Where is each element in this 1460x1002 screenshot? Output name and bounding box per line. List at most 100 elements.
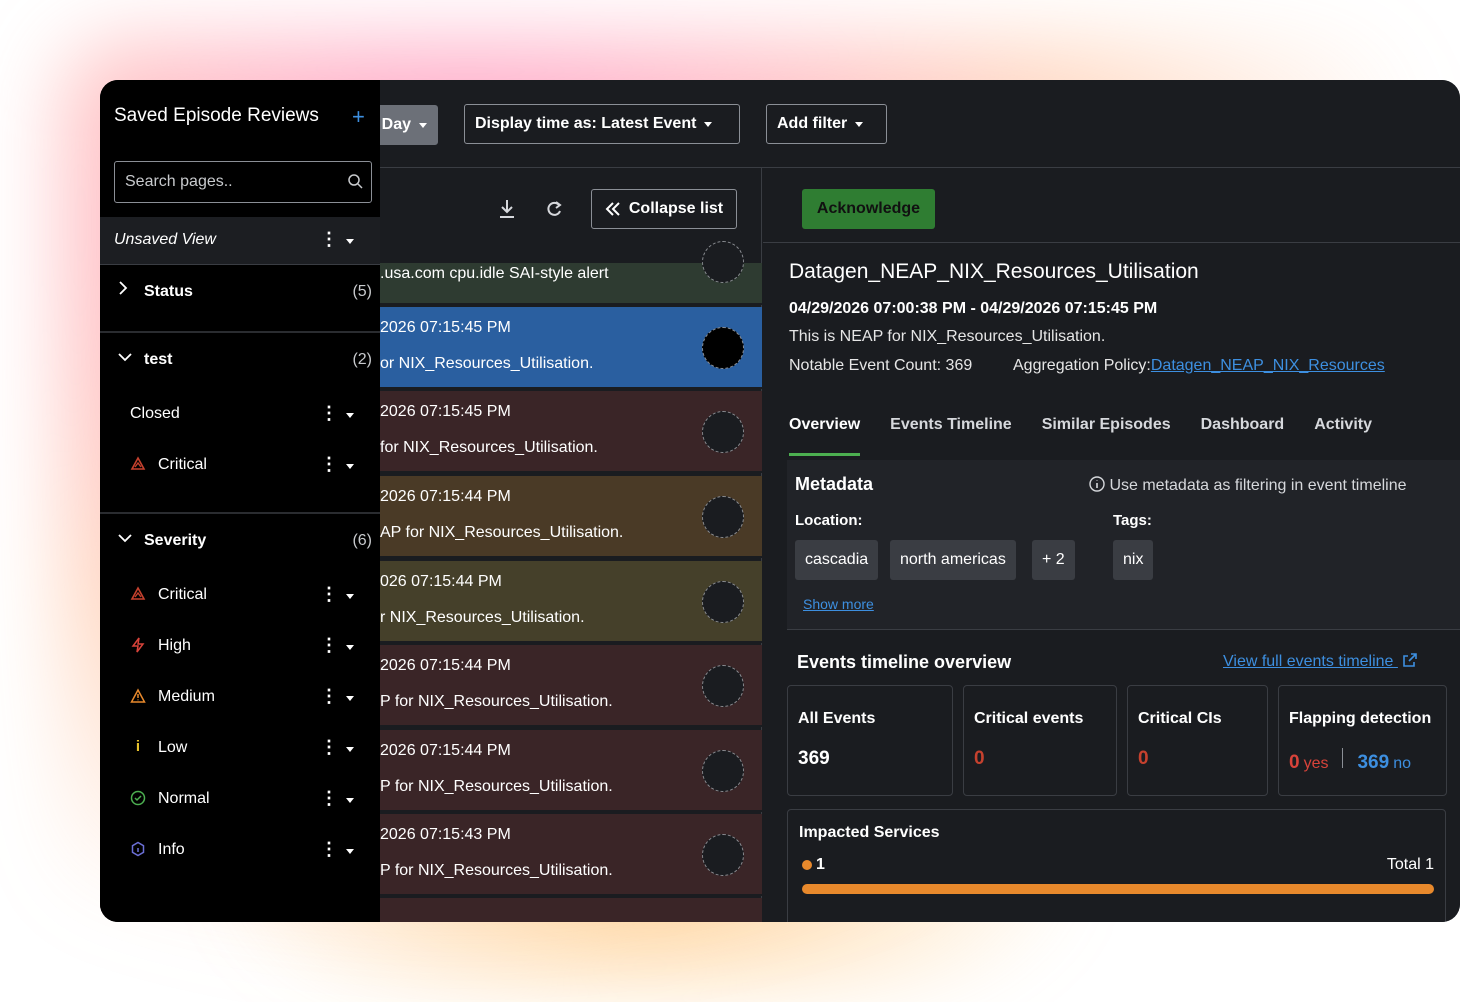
tab-dashboard[interactable]: Dashboard: [1201, 416, 1285, 456]
view-item-normal[interactable]: Normal ⋮: [100, 778, 380, 822]
tag-chip[interactable]: nix: [1113, 540, 1154, 580]
critical-events-value: 0: [974, 748, 985, 769]
aggregation-policy: Aggregation Policy:Datagen_NEAP_NIX_Reso…: [1013, 357, 1385, 375]
tab-overview[interactable]: Overview: [789, 416, 861, 456]
kebab-menu-icon[interactable]: ⋮: [320, 686, 338, 707]
critical-events-card[interactable]: Critical events 0: [963, 685, 1117, 796]
group-test[interactable]: test (2): [100, 335, 380, 385]
tab-similar-episodes[interactable]: Similar Episodes: [1042, 416, 1171, 456]
assignee-avatar: [702, 581, 744, 623]
chevron-down-icon[interactable]: [346, 798, 354, 803]
tab-activity[interactable]: Activity: [1314, 416, 1372, 456]
tab-events-timeline[interactable]: Events Timeline: [890, 416, 1012, 456]
view-item-low[interactable]: i Low ⋮: [100, 727, 380, 771]
kebab-menu-icon[interactable]: ⋮: [320, 839, 338, 860]
episode-row-desc: or NIX_Resources_Utilisation.: [380, 355, 594, 372]
chevron-down-icon[interactable]: [346, 413, 354, 418]
metadata-hint: Use metadata as filtering in event timel…: [1089, 476, 1407, 495]
app-window: Day Display time as: Latest Event Add fi…: [100, 80, 1460, 922]
add-filter-dropdown[interactable]: Add filter: [766, 104, 887, 144]
chevron-down-icon[interactable]: [346, 747, 354, 752]
divider: [1342, 748, 1344, 768]
double-chevron-left-icon: [605, 202, 620, 216]
kebab-menu-icon[interactable]: ⋮: [320, 788, 338, 809]
kebab-menu-icon[interactable]: ⋮: [320, 737, 338, 758]
flapping-detection-label: Flapping detection: [1289, 710, 1432, 727]
add-view-button[interactable]: +: [352, 104, 365, 130]
all-events-card[interactable]: All Events 369: [787, 685, 953, 796]
view-full-timeline-link[interactable]: View full events timeline: [1223, 652, 1418, 671]
episode-row-time: 2026 07:15:44 PM: [380, 742, 511, 759]
chevron-down-icon: [419, 122, 427, 128]
view-item-label: Critical: [158, 586, 207, 603]
external-link-icon: [1403, 653, 1417, 667]
view-full-timeline-label: View full events timeline: [1223, 653, 1394, 670]
flapping-values: 0 yes 369 no: [1289, 748, 1411, 774]
group-status[interactable]: Status (5): [100, 267, 380, 317]
view-item-label: High: [158, 637, 191, 654]
collapse-list-button[interactable]: Collapse list: [591, 189, 737, 229]
chevron-right-icon: [118, 281, 128, 300]
chevron-down-icon[interactable]: [346, 594, 354, 599]
display-time-dropdown[interactable]: Display time as: Latest Event: [464, 104, 740, 144]
view-item-critical[interactable]: Critical ⋮: [100, 574, 380, 618]
impacted-services-total: Total 1: [1386, 856, 1434, 873]
impacted-services-bar: [802, 884, 1434, 894]
saved-reviews-sidebar: Saved Episode Reviews + Unsaved View ⋮ S…: [100, 80, 380, 922]
view-item-medium[interactable]: Medium ⋮: [100, 676, 380, 720]
sidebar-title: Saved Episode Reviews: [114, 105, 319, 126]
episode-row-desc: P for NIX_Resources_Utilisation.: [380, 778, 613, 795]
collapse-list-label: Collapse list: [628, 200, 724, 217]
refresh-icon[interactable]: [544, 199, 564, 224]
location-chip[interactable]: cascadia: [795, 540, 879, 580]
unsaved-view-item[interactable]: Unsaved View ⋮: [100, 217, 380, 265]
flapping-no-value: 369: [1357, 752, 1390, 773]
impacted-services-card[interactable]: Impacted Services 1 Total 1: [787, 809, 1446, 922]
group-severity[interactable]: Severity (6): [100, 516, 380, 566]
group-test-count: (2): [352, 351, 372, 368]
aggregation-policy-label: Aggregation Policy:: [1013, 357, 1151, 374]
chevron-down-icon: [704, 121, 713, 127]
aggregation-policy-link[interactable]: Datagen_NEAP_NIX_Resources: [1151, 357, 1385, 374]
view-item-critical[interactable]: Critical ⋮: [100, 444, 380, 488]
divider: [100, 331, 380, 333]
kebab-menu-icon[interactable]: ⋮: [320, 635, 338, 656]
download-icon[interactable]: [498, 198, 516, 225]
kebab-menu-icon[interactable]: ⋮: [320, 454, 338, 475]
assignee-avatar: [702, 496, 744, 538]
kebab-menu-icon[interactable]: ⋮: [320, 403, 338, 424]
location-more-chip[interactable]: + 2: [1032, 540, 1075, 580]
view-item-info[interactable]: Info ⋮: [100, 829, 380, 873]
location-chip[interactable]: north americas: [890, 540, 1016, 580]
episode-title: Datagen_NEAP_NIX_Resources_Utilisation: [789, 260, 1199, 283]
location-label: Location:: [795, 512, 863, 529]
view-item-closed[interactable]: Closed ⋮: [100, 393, 380, 437]
critical-events-label: Critical events: [974, 710, 1084, 727]
view-item-label: Medium: [158, 688, 215, 705]
flapping-detection-card[interactable]: Flapping detection 0 yes 369 no: [1278, 685, 1447, 796]
episode-description: This is NEAP for NIX_Resources_Utilisati…: [789, 328, 1106, 345]
display-time-label: Display time as: Latest Event: [475, 115, 697, 132]
chevron-down-icon: [855, 121, 864, 127]
kebab-menu-icon[interactable]: ⋮: [320, 229, 338, 250]
chevron-down-icon[interactable]: [346, 696, 354, 701]
episode-row-desc: for NIX_Resources_Utilisation.: [380, 439, 598, 456]
check-circle-icon: [130, 790, 146, 806]
acknowledge-button[interactable]: Acknowledge: [802, 189, 935, 229]
high-severity-icon: [130, 637, 146, 653]
chevron-down-icon[interactable]: [346, 849, 354, 854]
search-icon: [348, 174, 363, 189]
chevron-down-icon[interactable]: [346, 645, 354, 650]
show-more-link[interactable]: Show more: [803, 596, 874, 612]
chevron-down-icon[interactable]: [346, 464, 354, 469]
episode-row-time: 2026 07:15:45 PM: [380, 319, 511, 336]
hexagon-info-icon: [130, 841, 146, 857]
critical-icon: [130, 586, 146, 602]
view-item-high[interactable]: High ⋮: [100, 625, 380, 669]
search-input[interactable]: [114, 161, 372, 203]
critical-cis-card[interactable]: Critical CIs 0: [1127, 685, 1268, 796]
chevron-down-icon[interactable]: [346, 239, 354, 244]
episode-row-time: 026 07:15:44 PM: [380, 573, 502, 590]
critical-cis-value: 0: [1138, 748, 1149, 769]
kebab-menu-icon[interactable]: ⋮: [320, 584, 338, 605]
